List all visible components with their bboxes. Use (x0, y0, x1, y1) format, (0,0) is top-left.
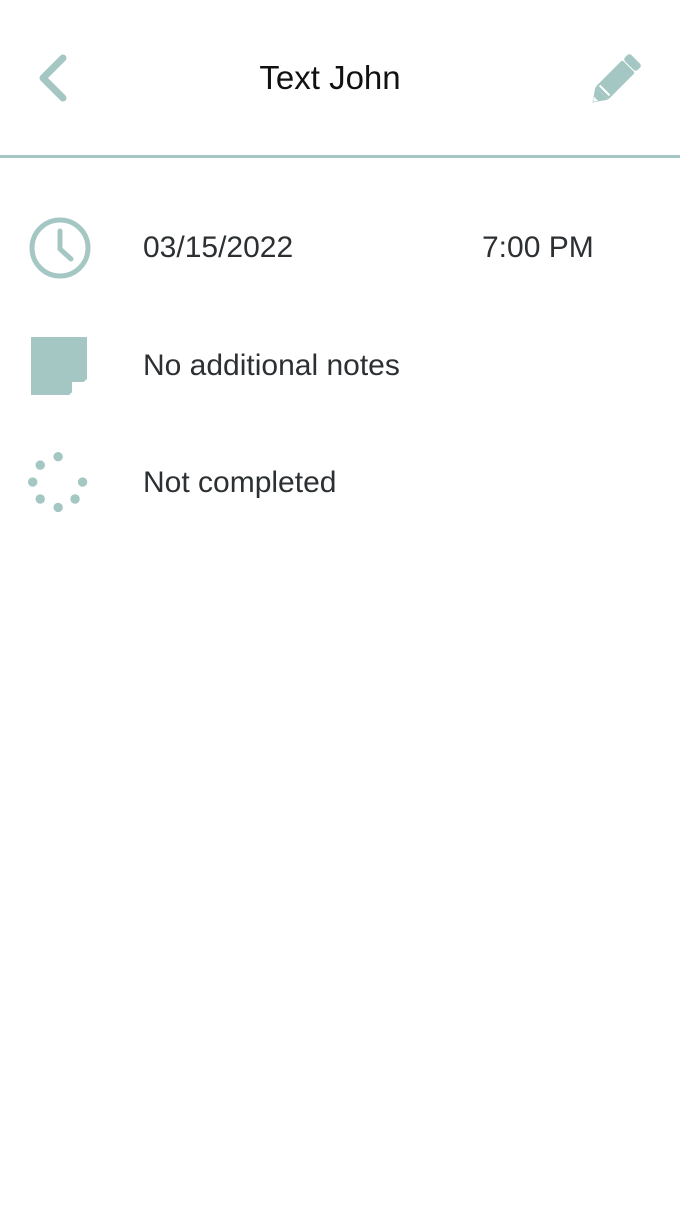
schedule-row: 03/15/2022 7:00 PM (0, 212, 680, 284)
header-bar: Text John (0, 0, 680, 158)
schedule-time: 7:00 PM (482, 231, 594, 264)
notes-row: No additional notes (0, 330, 680, 402)
edit-button[interactable] (582, 44, 654, 110)
sticky-note-icon (28, 334, 92, 398)
status-row: Not completed (0, 447, 680, 519)
back-button[interactable] (28, 50, 78, 106)
clock-icon (28, 216, 92, 280)
pencil-icon (592, 54, 641, 103)
status-text: Not completed (143, 466, 337, 499)
chevron-left-icon (39, 54, 67, 102)
page-title: Text John (259, 59, 401, 96)
loading-dots-icon (28, 451, 92, 515)
header-divider (0, 155, 680, 158)
schedule-date: 03/15/2022 (143, 231, 294, 264)
notes-text: No additional notes (143, 349, 400, 382)
